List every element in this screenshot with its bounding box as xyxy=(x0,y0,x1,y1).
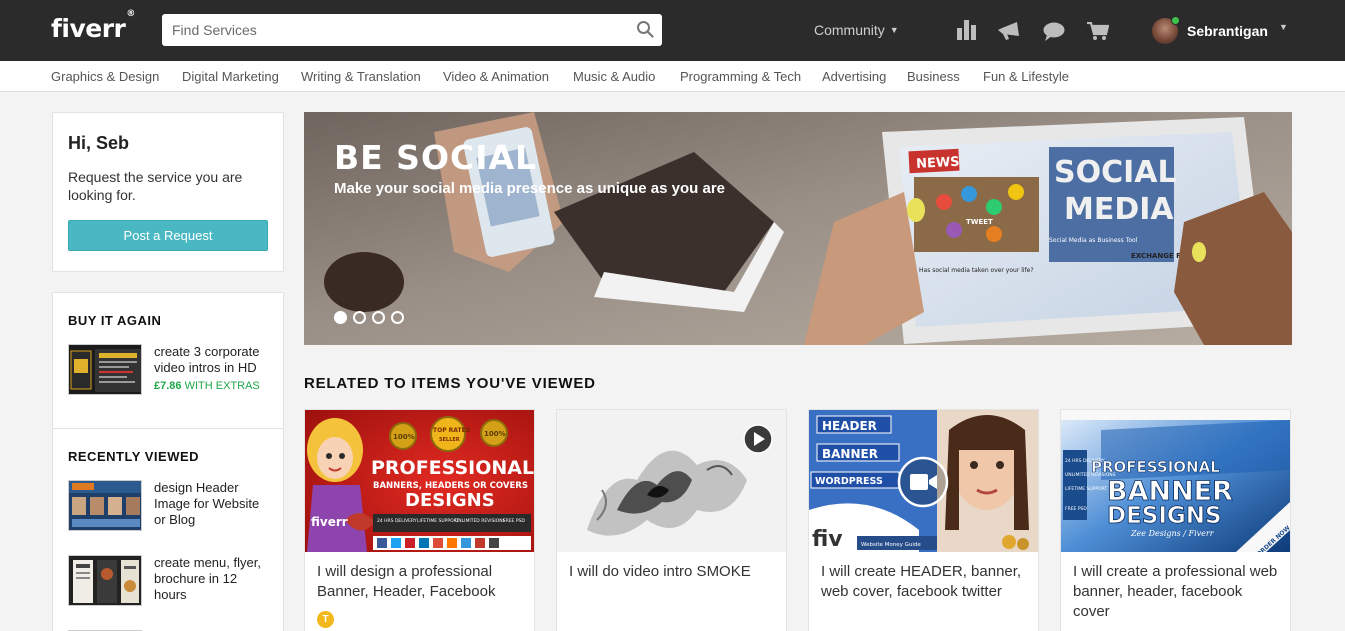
gig-thumbnail[interactable]: HEADER BANNER WORDPRESS fiv Website Mone… xyxy=(809,410,1038,552)
category-advertising[interactable]: Advertising xyxy=(822,69,886,84)
category-fun-lifestyle[interactable]: Fun & Lifestyle xyxy=(983,69,1069,84)
category-music-audio[interactable]: Music & Audio xyxy=(573,69,655,84)
category-graphics-design[interactable]: Graphics & Design xyxy=(51,69,159,84)
category-nav: Graphics & Design Digital Marketing Writ… xyxy=(0,61,1345,92)
gig-card[interactable]: HEADER BANNER WORDPRESS fiv Website Mone… xyxy=(808,409,1039,631)
search-icon[interactable] xyxy=(636,20,654,38)
chevron-down-icon: ▼ xyxy=(889,25,899,35)
cart-icon[interactable] xyxy=(1087,22,1109,41)
feature-4: FREE PSD xyxy=(503,518,525,524)
top-rated-badge: T xyxy=(317,611,334,628)
carousel-dot-1[interactable] xyxy=(334,311,347,324)
recent-item-title[interactable]: create menu, flyer, brochure in 12 hours xyxy=(154,555,269,603)
seal-2-text: TOP RATED xyxy=(433,427,471,434)
gig-1-headline: PROFESSIONAL xyxy=(371,457,534,479)
recent-item-thumbnail[interactable] xyxy=(68,480,142,531)
feature-3: LIFETIME SUPPORT xyxy=(1065,486,1107,492)
price-suffix: WITH EXTRAS xyxy=(184,380,260,392)
gig-3-brand: fiv xyxy=(812,527,843,552)
seal-3-text: 100% xyxy=(484,430,506,438)
gig-title[interactable]: I will create a professional web banner,… xyxy=(1073,562,1283,622)
feature-2: LIFETIME SUPPORT xyxy=(417,518,459,524)
top-bar: fiverr® Community ▼ Sebrantigan ▼ xyxy=(0,0,1345,61)
buy-again-price: £7.86 WITH EXTRAS xyxy=(154,380,260,392)
username[interactable]: Sebrantigan xyxy=(1187,23,1268,39)
label-banner: BANNER xyxy=(822,447,878,461)
hero-subtitle: Make your social media presence as uniqu… xyxy=(334,180,726,197)
price-value: £7.86 xyxy=(154,380,182,392)
hero-sub-headline: Social Media as Business Tool xyxy=(1049,237,1138,244)
gig-thumbnail[interactable]: 24 HRS DELIVERY UNLIMITED REVISIONS LIFE… xyxy=(1061,410,1290,552)
category-digital-marketing[interactable]: Digital Marketing xyxy=(182,69,279,84)
analytics-icon[interactable] xyxy=(957,20,976,40)
category-business[interactable]: Business xyxy=(907,69,960,84)
label-wordpress: WORDPRESS xyxy=(815,476,883,487)
gig-card[interactable]: I will do video intro SMOKE xyxy=(556,409,787,631)
gig-4-signature: Zee Designs / Fiverr xyxy=(1130,529,1215,538)
related-section-title: RELATED TO ITEMS YOU'VE VIEWED xyxy=(304,375,596,392)
hero-news-label: NEWS xyxy=(916,155,960,172)
recent-item-thumbnail[interactable] xyxy=(68,555,142,606)
hero-social-label: SOCIAL xyxy=(1054,155,1177,190)
category-video-animation[interactable]: Video & Animation xyxy=(443,69,549,84)
video-camera-icon[interactable] xyxy=(897,456,949,508)
carousel-dot-3[interactable] xyxy=(372,311,385,324)
community-label: Community xyxy=(814,22,885,38)
community-menu[interactable]: Community ▼ xyxy=(814,22,899,38)
fiverr-logo[interactable]: fiverr® xyxy=(51,9,135,43)
chevron-down-icon[interactable]: ▼ xyxy=(1279,22,1288,32)
buy-again-title: BUY IT AGAIN xyxy=(68,313,162,328)
logo-text[interactable]: fiverr xyxy=(51,14,126,43)
hero-title: BE SOCIAL xyxy=(334,138,538,177)
request-prompt: Request the service you are looking for. xyxy=(68,169,243,203)
play-video-icon[interactable] xyxy=(743,424,773,454)
gig-4-line-1: PROFESSIONAL xyxy=(1091,458,1220,476)
recent-item-title[interactable]: design Header Image for Website or Blog xyxy=(154,480,269,528)
divider xyxy=(53,428,283,429)
gig-card[interactable]: 100% TOP RATED SELLER 100% PROFESSIONAL … xyxy=(304,409,535,631)
seal-1-text: 100% xyxy=(393,433,415,441)
gig-1-designs: DESIGNS xyxy=(405,490,495,511)
seal-2-sub-text: SELLER xyxy=(439,437,460,443)
feature-3: UNLIMITED REVISIONS xyxy=(455,518,506,524)
online-status-dot xyxy=(1171,16,1180,25)
buy-again-item-title[interactable]: create 3 corporate video intros in HD xyxy=(154,344,269,376)
greeting-heading: Hi, Seb xyxy=(68,133,130,153)
hero-headline: Has social media taken over your life? xyxy=(919,267,1034,274)
search-box xyxy=(162,14,662,46)
gig-thumbnail[interactable] xyxy=(557,410,786,552)
carousel-dot-2[interactable] xyxy=(353,311,366,324)
gig-title[interactable]: I will do video intro SMOKE xyxy=(569,562,779,582)
gig-3-caption: Website Money Guide xyxy=(861,542,921,548)
greeting-card: Hi, Seb Request the service you are look… xyxy=(52,112,284,272)
gig-thumbnail[interactable]: 100% TOP RATED SELLER 100% PROFESSIONAL … xyxy=(305,410,534,552)
search-input[interactable] xyxy=(162,14,632,46)
hero-media-label: MEDIA xyxy=(1064,192,1174,227)
post-request-button[interactable]: Post a Request xyxy=(68,220,268,251)
chat-icon[interactable] xyxy=(1043,22,1065,41)
megaphone-icon[interactable] xyxy=(997,21,1023,41)
buy-again-thumbnail[interactable] xyxy=(68,344,142,395)
feature-1: 24 HRS DELIVERY xyxy=(377,518,417,524)
category-writing-translation[interactable]: Writing & Translation xyxy=(301,69,421,84)
history-card: BUY IT AGAIN create 3 corporate video in… xyxy=(52,292,284,631)
recently-viewed-title: RECENTLY VIEWED xyxy=(68,449,200,464)
category-programming-tech[interactable]: Programming & Tech xyxy=(680,69,801,84)
hero-tweet-label: TWEET xyxy=(966,218,993,226)
feature-4: FREE PSD xyxy=(1065,506,1087,512)
carousel-dot-4[interactable] xyxy=(391,311,404,324)
logo-registered-mark: ® xyxy=(126,8,135,19)
label-header: HEADER xyxy=(822,419,877,433)
gig-card[interactable]: 24 HRS DELIVERY UNLIMITED REVISIONS LIFE… xyxy=(1060,409,1291,631)
gig-4-line-3: DESIGNS xyxy=(1107,503,1222,529)
gig-1-brand: fiverr xyxy=(311,515,348,529)
gig-title[interactable]: I will design a professional Banner, Hea… xyxy=(317,562,527,602)
gig-title[interactable]: I will create HEADER, banner, web cover,… xyxy=(821,562,1031,602)
hero-banner[interactable]: NEWS TWEET SOCIAL MEDIA Social Media as … xyxy=(304,112,1292,345)
